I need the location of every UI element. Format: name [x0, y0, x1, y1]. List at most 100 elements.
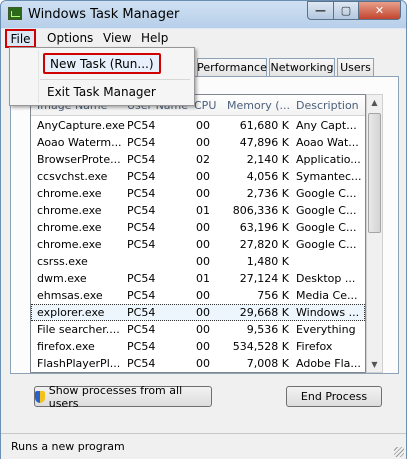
table-row[interactable]: File searcher.... PC54 00 9,536 K Everyt…: [31, 321, 365, 338]
cell-description: Aoao Wat...: [296, 136, 359, 149]
table-row[interactable]: csrss.exe 00 1,480 K: [31, 253, 365, 270]
menu-options[interactable]: Options: [47, 31, 93, 45]
cell-memory: 2,140 K: [246, 153, 289, 166]
column-memory[interactable]: Memory (...: [227, 99, 290, 112]
cell-description: Google C...: [296, 187, 357, 200]
cell-cpu: 00: [196, 289, 210, 302]
menu-item-new-task[interactable]: New Task (Run...): [43, 53, 161, 74]
cell-user-name: PC54: [127, 238, 156, 251]
cell-description: Everything: [296, 323, 356, 336]
table-row[interactable]: BrowserProte... PC54 02 2,140 K Applicat…: [31, 151, 365, 168]
cell-memory: 9,536 K: [246, 323, 289, 336]
tab-users[interactable]: Users: [337, 58, 374, 76]
table-row[interactable]: firefox.exe PC54 00 534,528 K Firefox: [31, 338, 365, 355]
cell-memory: 27,820 K: [239, 238, 289, 251]
title-bar[interactable]: Windows Task Manager — ▢ ✕: [1, 1, 406, 28]
cell-image-name: FlashPlayerPl...: [37, 357, 121, 370]
column-cpu[interactable]: CPU: [194, 99, 216, 112]
status-text: Runs a new program: [11, 440, 125, 453]
show-all-processes-label: Show processes from all users: [48, 383, 183, 410]
column-description[interactable]: Description: [296, 99, 359, 112]
cell-memory: 806,336 K: [232, 204, 289, 217]
cell-memory: 7,008 K: [246, 357, 289, 370]
cell-memory: 2,736 K: [246, 187, 289, 200]
uac-shield-icon: [35, 390, 45, 403]
cell-memory: 1,480 K: [246, 255, 289, 268]
menu-bar: File Options View Help: [1, 29, 406, 48]
menu-item-exit-task-manager[interactable]: Exit Task Manager: [47, 85, 156, 99]
cell-image-name: chrome.exe: [37, 221, 102, 234]
table-row[interactable]: dwm.exe PC54 01 27,124 K Desktop ...: [31, 270, 365, 287]
cell-user-name: PC54: [127, 187, 156, 200]
scroll-down-arrow-icon[interactable]: ▼: [367, 357, 382, 372]
cell-memory: 27,124 K: [239, 272, 289, 285]
minimize-button[interactable]: —: [307, 1, 334, 20]
process-list-scrollbar[interactable]: ▲ ▼: [366, 94, 383, 373]
cell-image-name: explorer.exe: [37, 306, 105, 319]
cell-image-name: firefox.exe: [37, 340, 95, 353]
table-row[interactable]: Aoao Waterm... PC54 00 47,896 K Aoao Wat…: [31, 134, 365, 151]
cell-description: Applicatio...: [296, 153, 361, 166]
cell-description: Symantec...: [296, 170, 362, 183]
process-list[interactable]: Image Name User Name CPU Memory (... Des…: [30, 94, 366, 373]
table-row[interactable]: chrome.exe PC54 00 2,736 K Google C...: [31, 185, 365, 202]
resize-grip-icon[interactable]: [394, 447, 404, 457]
cell-memory: 63,196 K: [239, 221, 289, 234]
table-row[interactable]: ccsvchst.exe PC54 00 4,056 K Symantec...: [31, 168, 365, 185]
cell-cpu: 02: [196, 153, 210, 166]
close-button[interactable]: ✕: [358, 1, 401, 20]
cell-memory: 47,896 K: [239, 136, 289, 149]
table-row[interactable]: chrome.exe PC54 00 27,820 K Google C...: [31, 236, 365, 253]
cell-user-name: PC54: [127, 323, 156, 336]
table-row[interactable]: ehmsas.exe PC54 00 756 K Media Ce...: [31, 287, 365, 304]
table-row[interactable]: chrome.exe PC54 01 806,336 K Google C...: [31, 202, 365, 219]
table-row[interactable]: AnyCapture.exe PC54 00 61,680 K Any Capt…: [31, 117, 365, 134]
cell-memory: 534,528 K: [232, 340, 289, 353]
cell-description: Google C...: [296, 204, 357, 217]
tab-performance[interactable]: Performance: [197, 58, 267, 76]
file-menu-dropdown: New Task (Run...) Exit Task Manager: [9, 47, 195, 106]
cell-memory: 756 K: [257, 289, 289, 302]
cell-cpu: 00: [196, 136, 210, 149]
cell-image-name: chrome.exe: [37, 187, 102, 200]
tab-networking[interactable]: Networking: [269, 58, 335, 76]
cell-cpu: 00: [196, 221, 210, 234]
table-row-selected[interactable]: explorer.exe PC54 00 29,668 K Windows ..…: [31, 304, 365, 321]
task-manager-window: Windows Task Manager — ▢ ✕ File Options …: [0, 0, 407, 459]
cell-image-name: csrss.exe: [37, 255, 88, 268]
cell-description: Firefox: [296, 340, 333, 353]
maximize-button[interactable]: ▢: [333, 1, 359, 20]
table-row[interactable]: FlashPlayerPl... PC54 00 7,008 K Adobe F…: [31, 355, 365, 372]
cell-image-name: chrome.exe: [37, 238, 102, 251]
cell-image-name: chrome.exe: [37, 204, 102, 217]
cell-image-name: AnyCapture.exe: [37, 119, 125, 132]
show-all-processes-button[interactable]: Show processes from all users: [34, 383, 212, 410]
table-row[interactable]: chrome.exe PC54 00 63,196 K Google C...: [31, 219, 365, 236]
cell-user-name: PC54: [127, 340, 156, 353]
cell-cpu: 00: [196, 323, 210, 336]
cell-user-name: PC54: [127, 204, 156, 217]
scroll-thumb[interactable]: [368, 113, 381, 233]
cell-cpu: 00: [196, 357, 210, 370]
cell-description: Google C...: [296, 221, 357, 234]
menu-help[interactable]: Help: [141, 31, 168, 45]
scroll-up-arrow-icon[interactable]: ▲: [367, 95, 382, 110]
cell-user-name: PC54: [127, 272, 156, 285]
cell-user-name: PC54: [127, 119, 156, 132]
cell-cpu: 00: [196, 340, 210, 353]
window-title: Windows Task Manager: [28, 7, 180, 22]
cell-cpu: 01: [196, 272, 210, 285]
cell-image-name: Aoao Waterm...: [37, 136, 122, 149]
cell-description: Media Ce...: [296, 289, 358, 302]
cell-cpu: 00: [196, 255, 210, 268]
cell-cpu: 00: [196, 306, 210, 319]
cell-image-name: ccsvchst.exe: [37, 170, 108, 183]
cell-memory: 29,668 K: [239, 306, 289, 319]
menu-view[interactable]: View: [103, 31, 131, 45]
menu-file[interactable]: File: [5, 29, 36, 48]
cell-image-name: dwm.exe: [37, 272, 87, 285]
cell-user-name: PC54: [127, 289, 156, 302]
cell-description: Windows ...: [296, 306, 360, 319]
menu-gutter-divider: [38, 50, 39, 103]
end-process-button[interactable]: End Process: [286, 386, 382, 407]
